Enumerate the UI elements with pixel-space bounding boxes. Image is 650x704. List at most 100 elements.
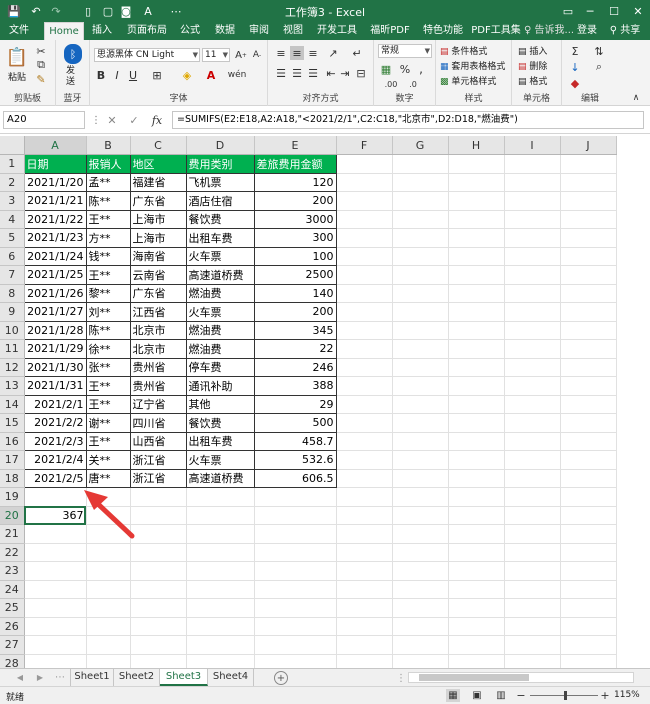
table-data-cell[interactable]: 燃油费 bbox=[185, 339, 255, 359]
cell[interactable] bbox=[254, 524, 337, 544]
select-all-corner[interactable] bbox=[0, 136, 25, 155]
table-data-cell[interactable]: 2021/1/24 bbox=[23, 246, 87, 266]
cell[interactable] bbox=[504, 561, 561, 581]
table-data-cell[interactable]: 3000 bbox=[253, 209, 337, 229]
add-sheet-button[interactable]: + bbox=[274, 671, 288, 685]
row-header[interactable]: 22 bbox=[0, 543, 25, 562]
bluetooth-icon[interactable]: ᛒ bbox=[64, 44, 82, 64]
underline-button[interactable]: U bbox=[126, 68, 140, 82]
table-data-cell[interactable]: 通讯补助 bbox=[185, 376, 255, 396]
row-header[interactable]: 8 bbox=[0, 284, 25, 303]
phonetic-icon[interactable]: wén bbox=[228, 68, 247, 82]
italic-button[interactable]: I bbox=[110, 68, 124, 82]
table-data-cell[interactable]: 四川省 bbox=[129, 413, 187, 433]
cell[interactable] bbox=[560, 284, 617, 303]
cell[interactable] bbox=[448, 321, 505, 340]
table-data-cell[interactable]: 火车票 bbox=[185, 246, 255, 266]
cell[interactable] bbox=[86, 598, 131, 618]
tab-view[interactable]: 视图 bbox=[278, 22, 308, 40]
tell-me-search[interactable]: ♀ 告诉我... bbox=[524, 22, 574, 40]
column-header-a[interactable]: A bbox=[24, 136, 87, 155]
row-header[interactable]: 23 bbox=[0, 561, 25, 581]
cell[interactable] bbox=[254, 561, 337, 581]
table-data-cell[interactable]: 孟** bbox=[85, 172, 131, 192]
cell[interactable] bbox=[560, 487, 617, 507]
cell[interactable] bbox=[336, 376, 393, 396]
zoom-out-button[interactable]: − bbox=[516, 689, 526, 702]
cell[interactable] bbox=[504, 191, 561, 211]
cell[interactable] bbox=[186, 506, 255, 525]
zoom-level[interactable]: 115% bbox=[614, 690, 640, 700]
sheet-tab-3[interactable]: Sheet3 bbox=[160, 669, 208, 686]
cell[interactable] bbox=[336, 654, 393, 668]
cell[interactable] bbox=[504, 376, 561, 396]
cell[interactable] bbox=[336, 265, 393, 285]
scroll-right-icon[interactable]: ▶ bbox=[34, 671, 46, 683]
redo-icon[interactable]: ↷ bbox=[48, 3, 64, 19]
zoom-slider[interactable] bbox=[530, 691, 598, 700]
table-data-cell[interactable]: 上海市 bbox=[129, 209, 187, 229]
cell[interactable] bbox=[560, 598, 617, 618]
cell[interactable] bbox=[560, 302, 617, 322]
table-data-cell[interactable]: 2021/2/4 bbox=[23, 450, 87, 470]
table-data-cell[interactable]: 王** bbox=[85, 209, 131, 229]
cell[interactable] bbox=[392, 302, 449, 322]
cell[interactable] bbox=[504, 524, 561, 544]
cell[interactable] bbox=[392, 413, 449, 433]
cell[interactable] bbox=[336, 228, 393, 248]
horizontal-scrollbar[interactable] bbox=[408, 672, 634, 683]
cell[interactable] bbox=[448, 506, 505, 525]
cell[interactable] bbox=[254, 487, 337, 507]
font-name-select[interactable]: 思源黑体 CN Light ▼ bbox=[94, 48, 200, 62]
cell[interactable] bbox=[448, 561, 505, 581]
row-header[interactable]: 11 bbox=[0, 339, 25, 359]
new-file-icon[interactable]: ▯ bbox=[80, 3, 96, 19]
cell[interactable] bbox=[392, 543, 449, 562]
delete-button[interactable]: ▤ 删除 bbox=[518, 59, 547, 72]
cell[interactable] bbox=[560, 561, 617, 581]
column-header-f[interactable]: F bbox=[336, 136, 393, 155]
increase-font-icon[interactable]: A + bbox=[234, 48, 248, 62]
table-data-cell[interactable]: 2021/1/31 bbox=[23, 376, 87, 396]
cell[interactable] bbox=[560, 654, 617, 668]
cell[interactable] bbox=[130, 654, 187, 668]
cell[interactable] bbox=[86, 617, 131, 636]
table-header-cell[interactable]: 差旅费用金额 bbox=[253, 154, 337, 174]
cell[interactable] bbox=[504, 265, 561, 285]
cell[interactable] bbox=[504, 487, 561, 507]
cell[interactable] bbox=[392, 265, 449, 285]
table-data-cell[interactable]: 唐** bbox=[85, 468, 131, 488]
table-data-cell[interactable]: 2021/2/3 bbox=[23, 431, 87, 451]
cell[interactable] bbox=[392, 321, 449, 340]
cell[interactable] bbox=[392, 580, 449, 599]
table-data-cell[interactable]: 黎** bbox=[85, 283, 131, 303]
column-header-j[interactable]: J bbox=[560, 136, 617, 155]
cell[interactable] bbox=[186, 654, 255, 668]
share-button[interactable]: ⚲ 共享 bbox=[604, 22, 646, 40]
table-data-cell[interactable]: 王** bbox=[85, 265, 131, 285]
cell[interactable] bbox=[336, 487, 393, 507]
table-data-cell[interactable]: 2021/1/25 bbox=[23, 265, 87, 285]
cell[interactable] bbox=[560, 450, 617, 470]
table-data-cell[interactable]: 出租车费 bbox=[185, 431, 255, 451]
table-data-cell[interactable]: 方** bbox=[85, 228, 131, 248]
cell[interactable] bbox=[336, 617, 393, 636]
table-data-cell[interactable]: 火车票 bbox=[185, 302, 255, 322]
sheet-tab-1[interactable]: Sheet1 bbox=[70, 669, 114, 686]
table-data-cell[interactable]: 2021/2/2 bbox=[23, 413, 87, 433]
table-data-cell[interactable]: 贵州省 bbox=[129, 376, 187, 396]
cell[interactable] bbox=[392, 469, 449, 488]
table-data-cell[interactable]: 100 bbox=[253, 246, 337, 266]
table-data-cell[interactable]: 关** bbox=[85, 450, 131, 470]
cell[interactable] bbox=[130, 617, 187, 636]
tab-formulas[interactable]: 公式 bbox=[176, 22, 204, 40]
align-middle-icon[interactable]: ≡ bbox=[290, 46, 304, 60]
cell[interactable] bbox=[448, 432, 505, 451]
cell[interactable] bbox=[336, 247, 393, 266]
cell[interactable] bbox=[504, 580, 561, 599]
cell[interactable] bbox=[560, 210, 617, 229]
cell[interactable] bbox=[186, 635, 255, 655]
tab-file[interactable]: 文件 bbox=[4, 22, 34, 40]
cell[interactable] bbox=[392, 450, 449, 470]
cell[interactable] bbox=[24, 543, 87, 562]
